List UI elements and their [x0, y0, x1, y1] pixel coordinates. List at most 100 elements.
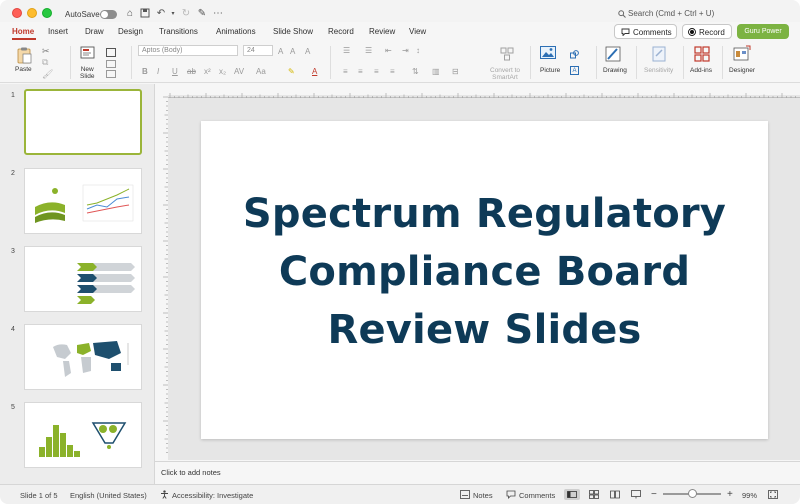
title-bar: AutoSave ⌂ ↶ ▾ ↻ ✎ ⋯ Search (Cmd + Ctrl … [0, 0, 800, 22]
tab-transitions[interactable]: Transitions [159, 27, 198, 36]
line-spacing-icon[interactable]: ↕ [416, 46, 420, 55]
align-text-icon[interactable]: ⊟ [452, 67, 459, 76]
designer-icon[interactable] [733, 45, 751, 62]
numbering-icon[interactable]: ☰ [365, 46, 372, 55]
notes-toggle[interactable]: Notes [473, 491, 493, 500]
accessibility-status[interactable]: Accessibility: Investigate [172, 491, 253, 500]
text-direction-icon[interactable]: ⇅ [412, 67, 419, 76]
reading-view-icon[interactable] [610, 490, 620, 499]
notes-icon [460, 490, 470, 499]
highlight-icon[interactable]: ✎ [288, 67, 295, 76]
slide-thumbnail-1[interactable] [24, 89, 142, 155]
tab-design[interactable]: Design [118, 27, 143, 36]
italic-icon[interactable]: I [157, 67, 159, 76]
sensitivity-icon[interactable] [652, 46, 666, 62]
addins-icon[interactable] [694, 46, 710, 62]
comment-icon [506, 490, 516, 499]
align-right-icon[interactable]: ≡ [374, 67, 379, 76]
paste-icon[interactable] [15, 46, 33, 64]
search-placeholder: Search (Cmd + Ctrl + U) [628, 9, 715, 18]
notes-pane[interactable]: Click to add notes [155, 461, 800, 484]
clear-format-icon[interactable]: A [305, 47, 310, 56]
increase-indent-icon[interactable]: ⇥ [402, 46, 409, 55]
tab-review[interactable]: Review [369, 27, 395, 36]
superscript-icon[interactable]: x² [204, 67, 211, 76]
guru-power-button[interactable]: Guru Power [737, 24, 789, 39]
textbox-icon[interactable]: A [570, 66, 579, 75]
convert-smartart-icon[interactable] [500, 47, 514, 61]
slide-thumbnail-pane: 1 2 3 4 5 [0, 84, 155, 484]
layout-icon[interactable] [106, 48, 116, 57]
tab-slide-show[interactable]: Slide Show [273, 27, 313, 36]
save-icon[interactable] [139, 8, 151, 20]
slide-sorter-icon[interactable] [589, 490, 599, 499]
zoom-slider-thumb[interactable] [688, 489, 697, 498]
slide-thumbnail-4[interactable] [24, 324, 142, 390]
comment-icon [621, 28, 630, 36]
title-line: Review Slides [327, 307, 642, 353]
thumbnail-3-graphic [77, 263, 135, 304]
slide-thumbnail-2[interactable] [24, 168, 142, 234]
record-button[interactable]: Record [682, 24, 732, 39]
slide-title[interactable]: Spectrum Regulatory Compliance Board Rev… [201, 185, 768, 359]
subscript-icon[interactable]: x₂ [219, 67, 226, 76]
align-center-icon[interactable]: ≡ [358, 67, 363, 76]
underline-icon[interactable]: U [172, 67, 178, 76]
fit-to-window-icon[interactable] [768, 490, 778, 499]
bullets-icon[interactable]: ☰ [343, 46, 350, 55]
slide-thumbnail-5[interactable] [24, 402, 142, 468]
bold-icon[interactable]: B [142, 67, 148, 76]
strikethrough-icon[interactable]: ab [187, 67, 196, 76]
shapes-icon[interactable] [570, 46, 579, 59]
change-case-icon[interactable]: Aa [256, 67, 266, 76]
close-window-button[interactable] [12, 8, 22, 18]
tab-home[interactable]: Home [12, 27, 34, 36]
normal-view-button[interactable] [564, 489, 580, 500]
tab-view[interactable]: View [409, 27, 426, 36]
font-size-field[interactable]: 24 [243, 45, 273, 56]
tab-animations[interactable]: Animations [216, 27, 256, 36]
columns-icon[interactable]: ▥ [432, 67, 440, 76]
comments-button[interactable]: Comments [614, 24, 677, 39]
format-brush-icon[interactable]: 🖌 [42, 69, 53, 79]
minimize-window-button[interactable] [27, 8, 37, 18]
new-slide-icon[interactable] [80, 46, 96, 60]
tab-draw[interactable]: Draw [85, 27, 104, 36]
drawing-icon[interactable] [605, 46, 621, 62]
copy-icon[interactable]: ⧉ [42, 57, 52, 67]
cut-icon[interactable]: ✂ [42, 46, 52, 56]
grow-font-icon[interactable]: A [278, 47, 283, 56]
section-icon[interactable] [106, 70, 116, 78]
zoom-window-button[interactable] [42, 8, 52, 18]
slideshow-icon[interactable] [631, 490, 641, 499]
zoom-in-icon[interactable]: + [727, 489, 733, 500]
slide-thumbnail-3[interactable] [24, 246, 142, 312]
ribbon-divider [722, 46, 723, 79]
search-field[interactable]: Search (Cmd + Ctrl + U) [618, 9, 730, 21]
home-icon[interactable]: ⌂ [124, 8, 136, 20]
more-icon[interactable]: ⋯ [212, 8, 224, 20]
font-color-icon[interactable]: A [312, 67, 317, 76]
format-painter-icon[interactable]: ✎ [196, 8, 208, 20]
autosave-toggle[interactable] [100, 10, 117, 19]
undo-icon[interactable]: ↶ [155, 8, 167, 20]
redo-icon[interactable]: ↻ [180, 8, 192, 20]
zoom-level[interactable]: 99% [742, 491, 757, 500]
justify-icon[interactable]: ≡ [390, 67, 395, 76]
decrease-indent-icon[interactable]: ⇤ [385, 46, 392, 55]
tab-record[interactable]: Record [328, 27, 354, 36]
font-name-field[interactable]: Aptos (Body) [138, 45, 238, 56]
shrink-font-icon[interactable]: A [290, 47, 295, 56]
char-spacing-icon[interactable]: AV [234, 67, 244, 76]
thumbnail-number: 3 [11, 248, 15, 255]
language-status[interactable]: English (United States) [70, 491, 147, 500]
comments-toggle[interactable]: Comments [519, 491, 555, 500]
zoom-out-icon[interactable]: − [651, 489, 657, 500]
tab-insert[interactable]: Insert [48, 27, 68, 36]
picture-icon[interactable] [540, 46, 556, 59]
chevron-down-icon[interactable]: ▾ [167, 8, 179, 20]
ribbon-toolbar: Paste ✂ ⧉ 🖌 New Slide [0, 42, 800, 83]
slide-1[interactable]: Spectrum Regulatory Compliance Board Rev… [201, 121, 768, 439]
align-left-icon[interactable]: ≡ [343, 67, 348, 76]
reset-icon[interactable] [106, 60, 116, 68]
